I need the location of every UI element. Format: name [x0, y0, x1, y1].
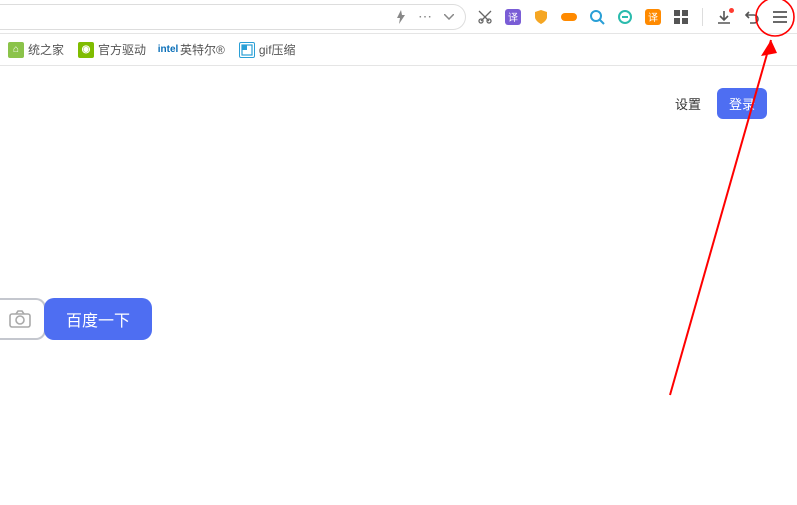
address-bar[interactable]: ⋯ — [0, 4, 466, 30]
bookmark-intel[interactable]: intel 英特尔® — [160, 41, 225, 58]
more-icon[interactable]: ⋯ — [417, 9, 433, 25]
settings-link[interactable]: 设置 — [675, 94, 701, 113]
intel-icon: intel — [160, 42, 176, 58]
lightning-icon[interactable] — [393, 9, 409, 25]
bookmark-label: 英特尔® — [180, 41, 225, 58]
bookmark-label: 官方驱动 — [98, 41, 146, 58]
translate-icon[interactable]: 译 — [502, 6, 524, 28]
system-home-icon: ⌂ — [8, 42, 24, 58]
login-button[interactable]: 登录 — [717, 88, 767, 119]
search-toolbar-icon[interactable] — [586, 6, 608, 28]
shield-icon[interactable] — [530, 6, 552, 28]
bookmark-system-home[interactable]: ⌂ 统之家 — [8, 41, 64, 58]
nvidia-icon: ◉ — [78, 42, 94, 58]
search-button[interactable]: 百度一下 — [44, 298, 152, 340]
menu-button[interactable] — [769, 6, 791, 28]
translate-label: 译 — [505, 9, 521, 25]
translate2-label: 译 — [645, 9, 661, 25]
download-icon[interactable] — [713, 6, 735, 28]
search-input-box[interactable] — [0, 298, 46, 340]
separator — [702, 8, 703, 26]
translate2-icon[interactable]: 译 — [642, 6, 664, 28]
bookmark-label: 统之家 — [28, 41, 64, 58]
zoom-icon[interactable] — [614, 6, 636, 28]
chevron-down-icon[interactable] — [441, 9, 457, 25]
gif-compress-icon — [239, 42, 255, 58]
bookmark-label: gif压缩 — [259, 41, 296, 58]
scissors-icon[interactable] — [474, 6, 496, 28]
page-header: 设置 登录 — [0, 66, 797, 119]
browser-toolbar: ⋯ 译 译 — [0, 0, 797, 34]
gamepad-icon[interactable] — [558, 6, 580, 28]
search-area: 百度一下 — [0, 298, 152, 340]
apps-grid-icon[interactable] — [670, 6, 692, 28]
bookmarks-bar: ⌂ 统之家 ◉ 官方驱动 intel 英特尔® gif压缩 — [0, 34, 797, 66]
camera-icon[interactable] — [8, 307, 32, 331]
bookmark-gif-compress[interactable]: gif压缩 — [239, 41, 296, 58]
bookmark-nvidia[interactable]: ◉ 官方驱动 — [78, 41, 146, 58]
undo-icon[interactable] — [741, 6, 763, 28]
toolbar-actions: 译 译 — [474, 6, 791, 28]
